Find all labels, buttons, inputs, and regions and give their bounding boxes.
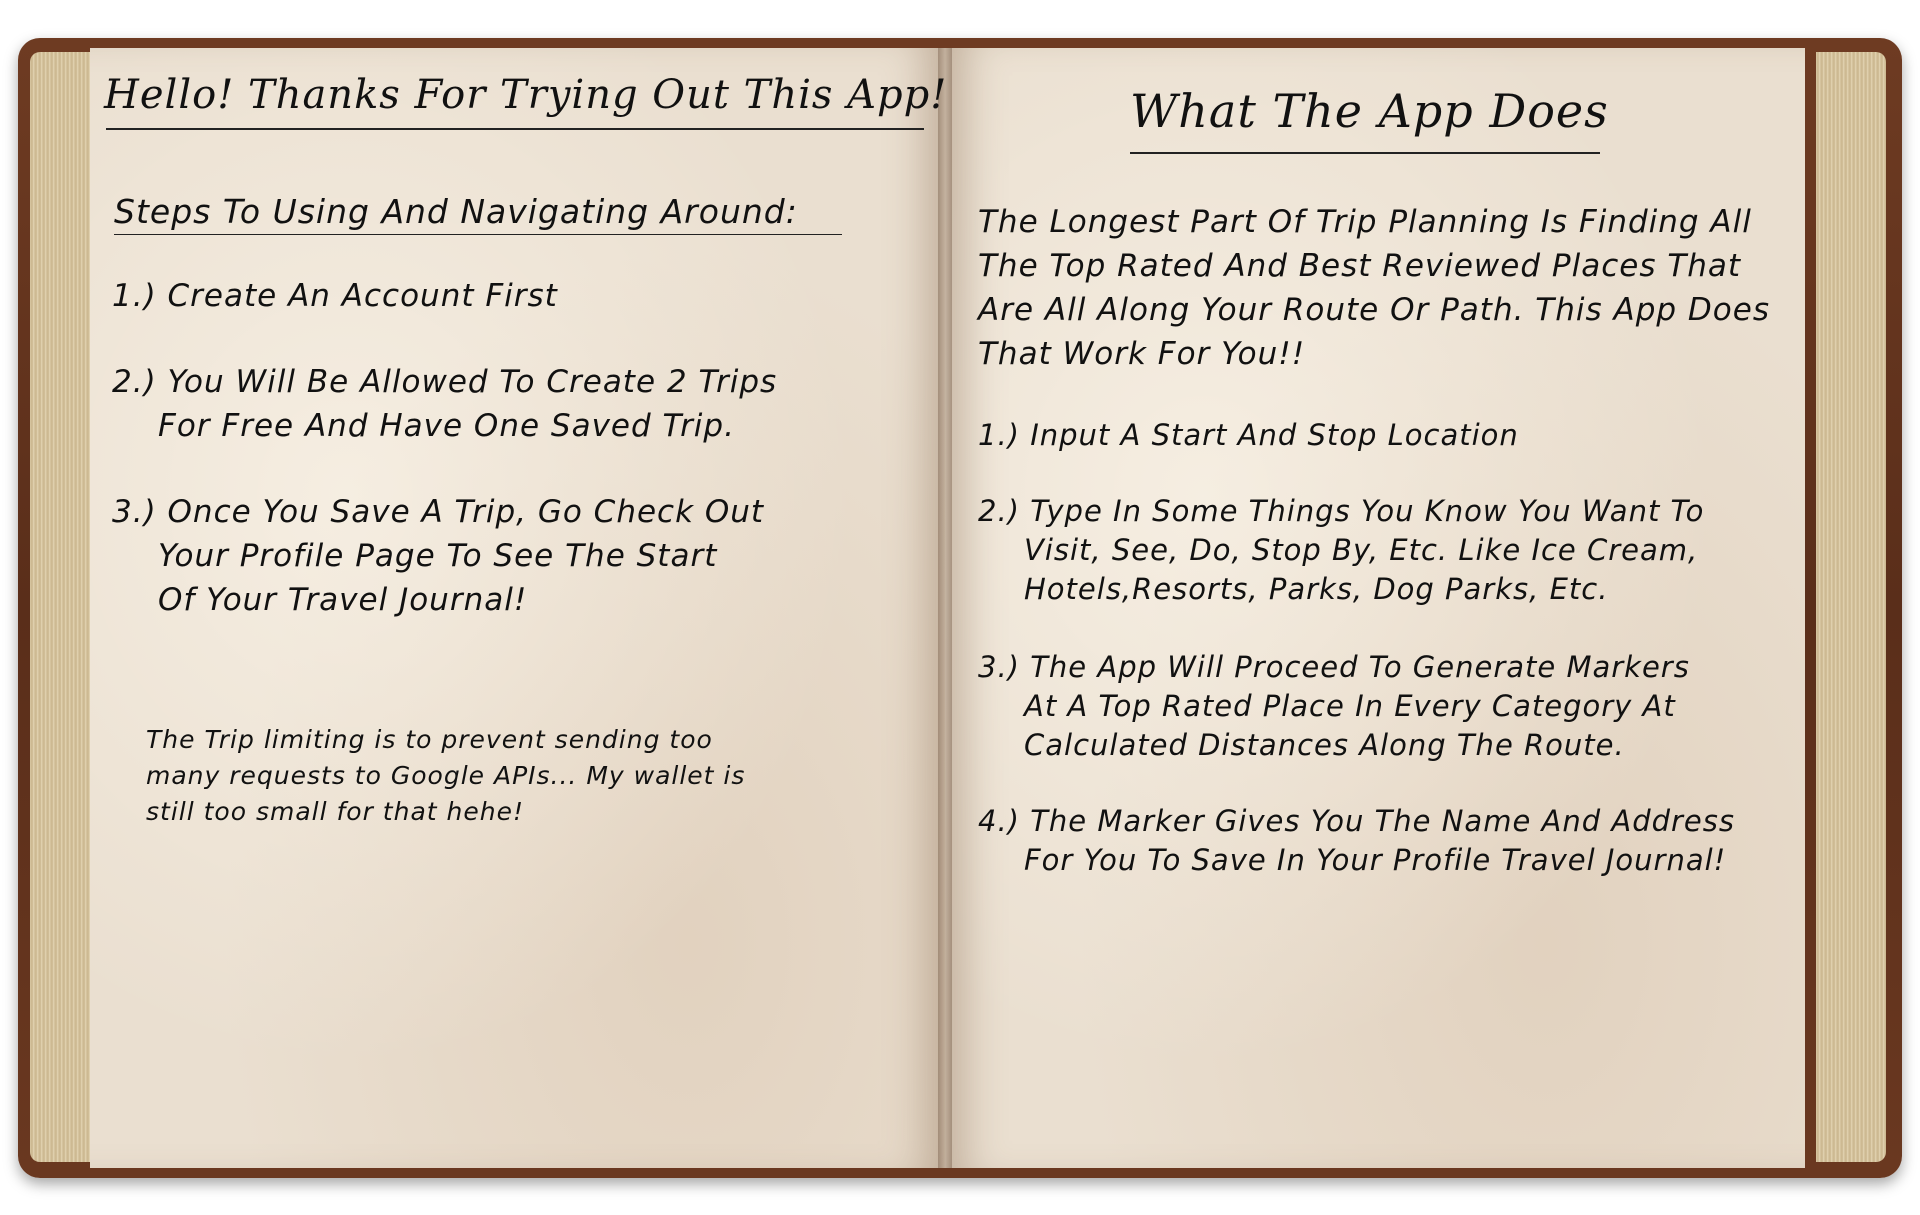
right-step-4: 4.) The Marker Gives You The Name And Ad… — [978, 802, 1778, 880]
step-number: 3.) — [112, 494, 157, 530]
steps-heading: Steps To Using And Navigating Around: — [114, 192, 798, 231]
step-text-line: Calculated Distances Along The Route. — [1024, 728, 1625, 762]
right-page-title: What The App Does — [1130, 84, 1609, 138]
right-step-2: 2.) Type In Some Things You Know You Wan… — [978, 492, 1768, 609]
step-text-line: The App Will Proceed To Generate Markers — [1030, 650, 1690, 684]
step-text-line: At A Top Rated Place In Every Category A… — [1024, 689, 1676, 723]
right-step-3: 3.) The App Will Proceed To Generate Mar… — [978, 648, 1768, 765]
left-step-1: 1.) Create An Account First — [112, 274, 558, 318]
trip-limit-note: The Trip limiting is to prevent sending … — [146, 725, 746, 826]
step-text-line: Your Profile Page To See The Start — [158, 538, 718, 574]
right-step-1: 1.) Input A Start And Stop Location — [978, 416, 1778, 455]
left-title-underline — [106, 128, 924, 130]
step-number: 3.) — [978, 650, 1020, 684]
step-text-line: The Marker Gives You The Name And Addres… — [1030, 804, 1735, 838]
step-text-line: Once You Save A Trip, Go Check Out — [167, 494, 765, 530]
left-page-title: Hello! Thanks For Trying Out This App! — [104, 72, 948, 118]
steps-heading-underline — [114, 234, 842, 235]
step-text-line: Hotels,Resorts, Parks, Dog Parks, Etc. — [1024, 572, 1609, 606]
step-text: Create An Account First — [167, 278, 558, 314]
step-number: 1.) — [112, 278, 157, 314]
step-text-line: For Free And Have One Saved Trip. — [158, 408, 735, 444]
step-number: 4.) — [978, 804, 1020, 838]
left-step-3: 3.) Once You Save A Trip, Go Check Out Y… — [112, 490, 872, 622]
step-text-line: You Will Be Allowed To Create 2 Trips — [167, 364, 778, 400]
right-title-underline — [1130, 152, 1600, 154]
step-text-line: Type In Some Things You Know You Want To — [1030, 494, 1705, 528]
left-step-2: 2.) You Will Be Allowed To Create 2 Trip… — [112, 360, 872, 448]
step-number: 2.) — [112, 364, 157, 400]
step-number: 1.) — [978, 418, 1020, 452]
step-text: Input A Start And Stop Location — [1030, 418, 1519, 452]
step-number: 2.) — [978, 494, 1020, 528]
step-text-line: Of Your Travel Journal! — [158, 582, 528, 618]
step-text-line: Visit, See, Do, Stop By, Etc. Like Ice C… — [1024, 533, 1699, 567]
left-page-edges — [30, 52, 90, 1162]
app-description: The Longest Part Of Trip Planning Is Fin… — [978, 204, 1770, 372]
book-spine — [938, 48, 952, 1168]
step-text-line: For You To Save In Your Profile Travel J… — [1024, 843, 1727, 877]
right-page-edges — [1816, 52, 1886, 1162]
